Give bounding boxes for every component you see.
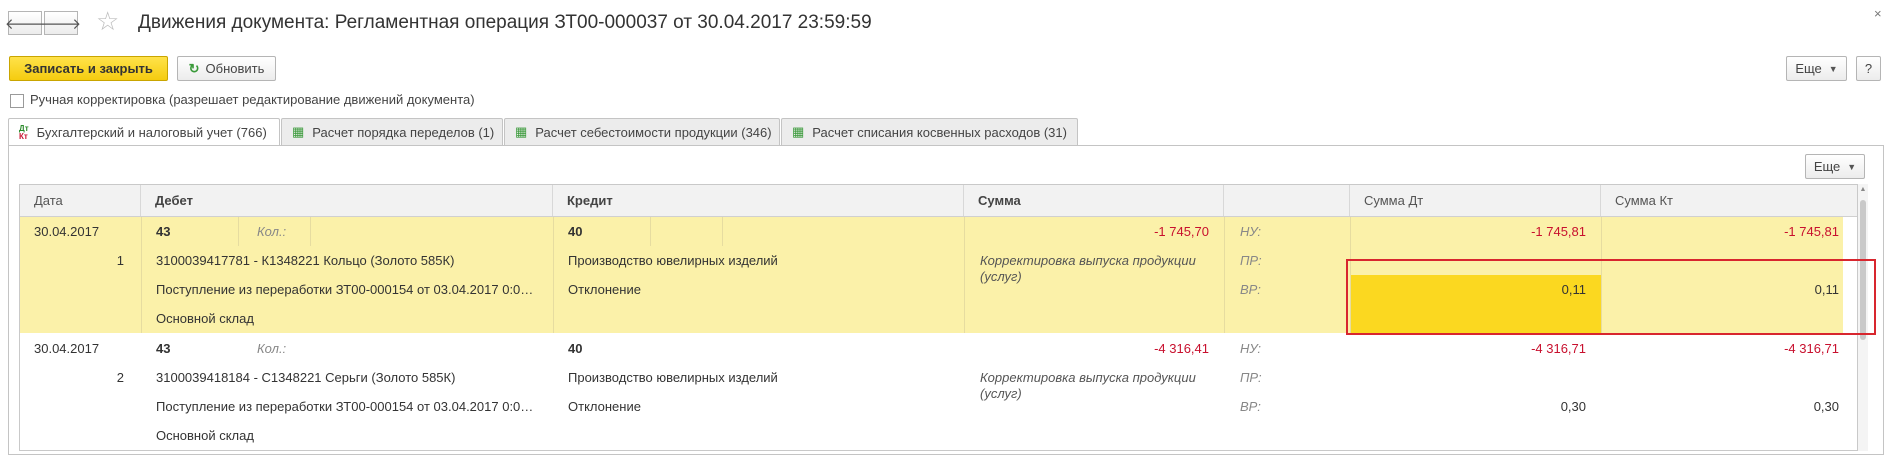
- arrow-right-icon: 🡒: [40, 15, 82, 33]
- tab-production-cost[interactable]: ▦ Расчет себестоимости продукции (346): [504, 118, 780, 145]
- subcell-divider: [650, 217, 651, 246]
- tab-stage-order[interactable]: ▦ Расчет порядка переделов (1): [281, 118, 503, 145]
- subcell-divider: [310, 217, 311, 246]
- pr-label: ПР:: [1240, 370, 1262, 385]
- column-header-amount-kt[interactable]: Сумма Кт: [1601, 185, 1857, 216]
- quantity-label: Кол.:: [257, 341, 287, 356]
- row-content: Корректировка выпуска продукции (услуг): [980, 253, 1196, 284]
- nu-label: НУ:: [1240, 341, 1262, 356]
- credit-subconto-1: Производство ювелирных изделий: [568, 370, 778, 385]
- page-title: Движения документа: Регламентная операци…: [138, 12, 872, 33]
- manual-edit-checkbox[interactable]: [10, 94, 24, 108]
- row-date: 30.04.2017: [34, 224, 100, 239]
- vr-amount-kt: 0,11: [1814, 282, 1839, 297]
- nu-amount-kt: -4 316,71: [1784, 341, 1839, 356]
- nu-amount-kt: -1 745,81: [1784, 224, 1839, 239]
- refresh-icon: ↻: [188, 60, 200, 76]
- vr-amount-dt: 0,30: [1560, 399, 1586, 414]
- nu-amount-dt: -1 745,81: [1531, 224, 1586, 239]
- debit-account: 43: [156, 341, 171, 356]
- quantity-label: Кол.:: [257, 224, 287, 239]
- help-button[interactable]: ?: [1856, 56, 1881, 81]
- pr-label: ПР:: [1240, 253, 1262, 268]
- credit-subconto-1: Производство ювелирных изделий: [568, 253, 778, 268]
- chevron-down-icon: ▼: [1828, 63, 1838, 74]
- dt-kt-icon: Дт Кт: [19, 123, 29, 141]
- debit-subconto-3: Основной склад: [156, 311, 254, 326]
- vr-label: ВР:: [1240, 282, 1261, 297]
- tab-label: Расчет себестоимости продукции (346): [535, 124, 772, 140]
- row-amount: -4 316,41: [1154, 341, 1209, 356]
- scroll-up-icon[interactable]: ▲: [1858, 186, 1868, 193]
- table-row[interactable]: 30.04.2017 2 43 Кол.: 3100039418184 - С1…: [20, 334, 1843, 450]
- debit-subconto-2: Поступление из переработки ЗТ00-000154 о…: [156, 399, 536, 414]
- column-header-credit[interactable]: Кредит: [553, 185, 964, 216]
- table-row[interactable]: 30.04.2017 1 43 Кол.: 3100039417781 - К1…: [20, 217, 1843, 333]
- forward-button[interactable]: 🡒: [40, 11, 82, 35]
- table-icon: ▦: [792, 124, 805, 139]
- refresh-button[interactable]: ↻ Обновить: [177, 56, 276, 81]
- column-header-date[interactable]: Дата: [20, 185, 141, 216]
- grid-more-label: Еще: [1813, 159, 1841, 174]
- debit-subconto-1: 3100039418184 - С1348221 Серьги (Золото …: [156, 370, 456, 385]
- column-header-account-type[interactable]: [1224, 185, 1350, 216]
- credit-subconto-2: Отклонение: [568, 282, 641, 297]
- credit-subconto-2: Отклонение: [568, 399, 641, 414]
- column-header-debit[interactable]: Дебет: [141, 185, 553, 216]
- arrow-left-icon: 🡐: [4, 15, 46, 33]
- nu-amount-dt: -4 316,71: [1531, 341, 1586, 356]
- favorite-star-icon[interactable]: ☆: [96, 8, 119, 34]
- debit-subconto-3: Основной склад: [156, 428, 254, 443]
- table-icon: ▦: [292, 124, 305, 139]
- column-divider: [553, 217, 554, 333]
- table-icon: ▦: [515, 124, 528, 139]
- column-header-amount[interactable]: Сумма: [964, 185, 1224, 216]
- column-divider: [141, 217, 142, 333]
- back-button[interactable]: 🡐: [4, 11, 46, 35]
- debit-account: 43: [156, 224, 171, 239]
- vr-amount-kt: 0,30: [1813, 399, 1839, 414]
- credit-account: 40: [568, 341, 583, 356]
- refresh-label: Обновить: [205, 61, 265, 76]
- save-and-close-button[interactable]: Записать и закрыть: [9, 56, 168, 81]
- tab-label: Расчет порядка переделов (1): [312, 124, 495, 140]
- nu-label: НУ:: [1240, 224, 1262, 239]
- debit-subconto-1: 3100039417781 - К1348221 Кольцо (Золото …: [156, 253, 455, 268]
- grid-more-button[interactable]: Еще ▼: [1805, 154, 1865, 179]
- vr-amount-dt: 0,11: [1561, 282, 1586, 297]
- debit-subconto-2: Поступление из переработки ЗТ00-000154 о…: [156, 282, 536, 297]
- tab-accounting[interactable]: Дт Кт Бухгалтерский и налоговый учет (766…: [8, 118, 280, 146]
- table-header: Дата Дебет Кредит Сумма Сумма Дт Сумма К…: [20, 185, 1857, 217]
- movements-table: Дата Дебет Кредит Сумма Сумма Дт Сумма К…: [19, 184, 1858, 451]
- more-button[interactable]: Еще ▼: [1786, 56, 1847, 81]
- more-label: Еще: [1795, 61, 1822, 76]
- close-icon[interactable]: ×: [1874, 6, 1882, 21]
- column-divider: [1224, 217, 1225, 333]
- row-number: 1: [116, 253, 124, 268]
- vr-label: ВР:: [1240, 399, 1261, 414]
- row-number: 2: [116, 370, 124, 385]
- vertical-scrollbar[interactable]: ▲: [1858, 184, 1868, 451]
- row-content: Корректировка выпуска продукции (услуг): [980, 370, 1196, 401]
- subcell-divider: [238, 217, 239, 246]
- tab-label: Расчет списания косвенных расходов (31): [812, 124, 1067, 140]
- tab-label: Бухгалтерский и налоговый учет (766): [36, 125, 267, 140]
- scrollbar-thumb[interactable]: [1860, 200, 1866, 340]
- tab-indirect-costs[interactable]: ▦ Расчет списания косвенных расходов (31…: [781, 118, 1078, 145]
- row-amount: -1 745,70: [1154, 224, 1209, 239]
- manual-edit-label: Ручная корректировка (разрешает редактир…: [30, 92, 475, 107]
- row-date: 30.04.2017: [34, 341, 100, 356]
- column-header-amount-dt[interactable]: Сумма Дт: [1350, 185, 1601, 216]
- credit-account: 40: [568, 224, 583, 239]
- chevron-down-icon: ▼: [1847, 161, 1857, 172]
- subcell-divider: [722, 217, 723, 246]
